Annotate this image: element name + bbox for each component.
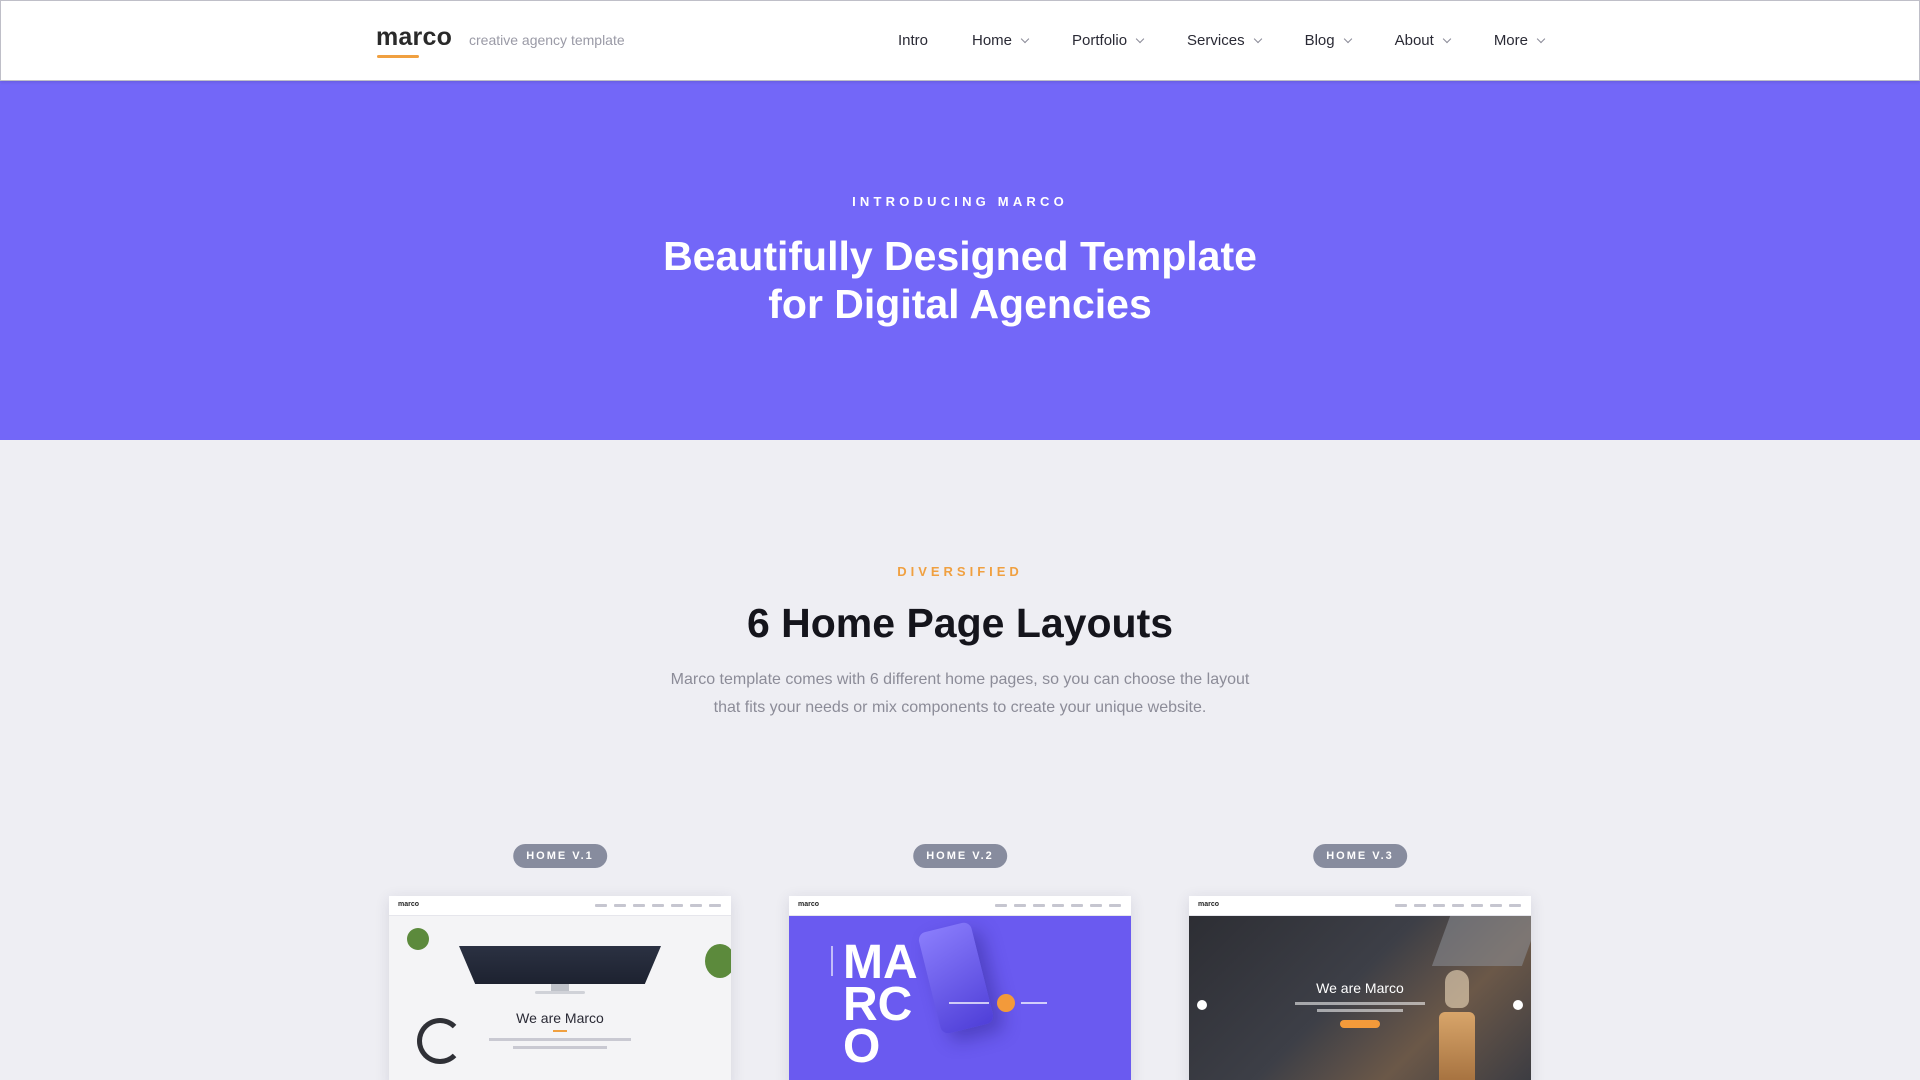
layout-badge: HOME V.3 <box>1313 844 1407 868</box>
preview-background: MA RC O <box>789 916 1131 1080</box>
nav-item-services[interactable]: Services <box>1187 32 1262 49</box>
preview-text-line <box>949 1002 989 1004</box>
nav-item-home[interactable]: Home <box>972 32 1030 49</box>
preview-text-line <box>513 1046 607 1049</box>
main-nav: Intro Home Portfolio Services Blog About… <box>898 1 1546 80</box>
nav-item-about[interactable]: About <box>1394 32 1452 49</box>
preview-text-line <box>1295 1002 1425 1005</box>
nav-item-label: More <box>1493 32 1528 49</box>
home-layouts-section: DIVERSIFIED 6 Home Page Layouts Marco te… <box>0 440 1920 1080</box>
nav-item-label: About <box>1394 32 1434 49</box>
brand-underline <box>377 55 419 58</box>
preview-cta-button <box>1340 1020 1380 1028</box>
hero-title: Beautifully Designed Template for Digita… <box>0 232 1920 328</box>
slider-next-dot[interactable] <box>1513 1000 1523 1010</box>
preview-navbar: marco <box>389 896 731 916</box>
layout-preview-image[interactable]: MA RC O marco <box>789 896 1131 1080</box>
section-description-line-1: Marco template comes with 6 different ho… <box>670 671 1250 688</box>
layout-badge: HOME V.2 <box>913 844 1007 868</box>
preview-navbar: marco <box>1189 896 1531 916</box>
brand-tagline: creative agency template <box>469 32 625 48</box>
preview-text-line <box>1021 1002 1047 1004</box>
hero-title-line-1: Beautifully Designed Template <box>663 233 1257 279</box>
monitor-illustration <box>459 946 661 984</box>
monitor-base <box>535 991 585 994</box>
section-description-line-2: that fits your needs or mix components t… <box>713 699 1207 716</box>
chevron-down-icon <box>1020 34 1030 43</box>
preview-heading: MA RC O <box>843 939 918 1071</box>
preview-nav-links <box>1395 904 1521 907</box>
nav-item-label: Blog <box>1304 32 1335 49</box>
preview-heading: We are Marco <box>516 1010 604 1026</box>
nav-item-intro[interactable]: Intro <box>898 32 928 49</box>
preview-nav-links <box>595 904 721 907</box>
chevron-down-icon <box>1253 34 1262 43</box>
hero-banner: INTRODUCING MARCO Beautifully Designed T… <box>0 80 1920 440</box>
preview-nav-links <box>995 904 1121 907</box>
layout-preview-image[interactable]: We are Marco marco <box>1189 896 1531 1080</box>
preview-text-line <box>1317 1009 1403 1012</box>
preview-divider <box>553 1030 567 1032</box>
preview-navbar: marco <box>789 896 1131 916</box>
nav-item-more[interactable]: More <box>1493 32 1546 49</box>
brand-logo[interactable]: marco <box>376 23 452 52</box>
plant-icon <box>407 928 429 950</box>
nav-item-portfolio[interactable]: Portfolio <box>1072 32 1145 49</box>
slider-prev-dot[interactable] <box>1197 1000 1207 1010</box>
hero-eyebrow: INTRODUCING MARCO <box>852 194 1068 209</box>
plant-icon <box>705 944 731 978</box>
preview-logo: marco <box>398 901 420 908</box>
play-icon <box>997 994 1015 1012</box>
monitor-stand <box>551 984 569 991</box>
preview-text-line <box>489 1038 631 1041</box>
preview-logo: marco <box>1198 901 1220 908</box>
lamp-illustration <box>1439 1012 1475 1080</box>
chevron-down-icon <box>1135 34 1145 43</box>
preview-side-rule <box>831 946 833 976</box>
preview-logo: marco <box>798 901 820 908</box>
section-eyebrow: DIVERSIFIED <box>897 564 1023 579</box>
hero-title-line-2: for Digital Agencies <box>768 281 1152 327</box>
phone-mockup-illustration <box>917 921 995 1035</box>
preview-background: We are Marco <box>1189 916 1531 1080</box>
layout-badge: HOME V.1 <box>513 844 607 868</box>
preview-letters-row: O <box>843 1020 881 1073</box>
layout-preview-image[interactable]: We are Marco marco <box>389 896 731 1080</box>
chevron-down-icon <box>1536 34 1546 43</box>
section-title: 6 Home Page Layouts <box>746 600 1174 646</box>
section-description: Marco template comes with 6 different ho… <box>660 666 1260 722</box>
nav-item-label: Intro <box>897 32 928 49</box>
preview-background: We are Marco <box>389 916 731 1080</box>
nav-item-label: Portfolio <box>1072 32 1128 49</box>
chevron-down-icon <box>1343 34 1352 43</box>
preview-heading: We are Marco <box>1316 980 1404 996</box>
laptop-illustration <box>1431 916 1531 966</box>
nav-item-label: Services <box>1187 32 1245 49</box>
nav-item-blog[interactable]: Blog <box>1304 32 1352 49</box>
top-navbar: marco creative agency template Intro Hom… <box>0 0 1920 81</box>
nav-item-label: Home <box>972 32 1013 49</box>
chevron-down-icon <box>1442 34 1452 43</box>
